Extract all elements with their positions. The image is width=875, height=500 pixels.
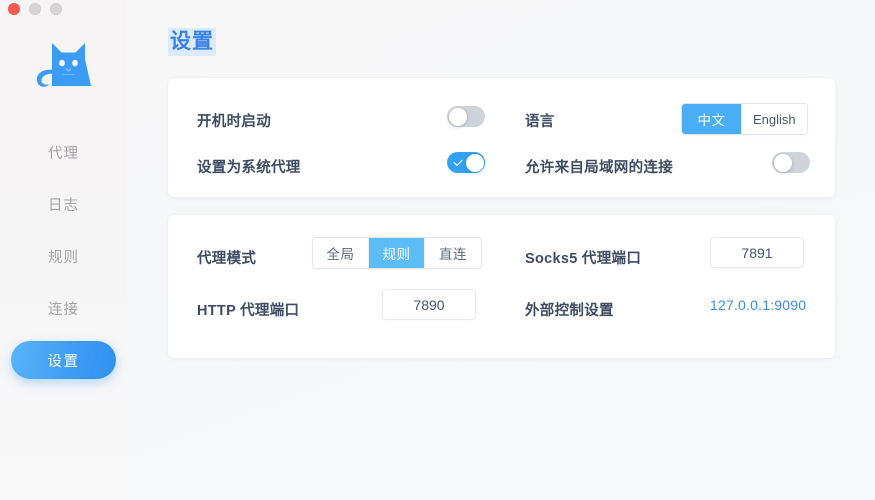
proxy-mode-option-global[interactable]: 全局 (313, 238, 369, 268)
socks5-port-label: Socks5 代理端口 (525, 251, 642, 267)
external-controller-value-row: 127.0.0.1:9090 (710, 297, 806, 313)
sidebar-item-label: 设置 (47, 353, 80, 370)
allow-lan-toggle[interactable] (772, 152, 810, 173)
sidebar-nav: 代理 日志 规则 连接 设置 (0, 133, 127, 393)
sidebar-item-proxies[interactable]: 代理 (11, 133, 116, 171)
start-on-boot-toggle[interactable] (447, 106, 485, 127)
sidebar-item-label: 代理 (48, 145, 79, 162)
general-settings-card: 开机时启动 设置为系统代理 语言 中文 English 允许来自局域网的连接 (168, 78, 835, 197)
sidebar-item-settings[interactable]: 设置 (11, 341, 116, 379)
proxy-mode-segmented-control: 全局 规则 直连 (312, 237, 482, 269)
proxy-mode-control-row: 全局 规则 直连 (312, 237, 482, 269)
http-port-label: HTTP 代理端口 (197, 303, 300, 319)
language-label-row: 语言 (525, 110, 555, 131)
main-content: 设置 开机时启动 设置为系统代理 语言 中文 English 允许来自局域网的连… (127, 0, 875, 500)
sidebar: 代理 日志 规则 连接 设置 (0, 0, 127, 500)
toggle-knob (448, 107, 467, 126)
maximize-button[interactable] (50, 3, 62, 15)
proxy-mode-option-rule[interactable]: 规则 (369, 238, 425, 268)
check-icon (453, 156, 463, 166)
sidebar-item-logs[interactable]: 日志 (11, 185, 116, 223)
sidebar-item-label: 连接 (48, 301, 79, 318)
start-on-boot-label: 开机时启动 (197, 114, 271, 130)
app-logo (27, 35, 101, 97)
window-controls (8, 3, 62, 15)
external-controller-value[interactable]: 127.0.0.1:9090 (710, 297, 806, 313)
language-option-chinese[interactable]: 中文 (682, 104, 742, 134)
proxy-mode-label-row: 代理模式 (197, 247, 256, 268)
minimize-button[interactable] (29, 3, 41, 15)
language-control-row: 中文 English (681, 103, 808, 135)
sidebar-item-label: 日志 (48, 197, 79, 214)
system-proxy-label: 设置为系统代理 (197, 160, 301, 176)
system-proxy-label-row: 设置为系统代理 (197, 156, 301, 177)
allow-lan-toggle-row (772, 152, 810, 173)
allow-lan-label: 允许来自局域网的连接 (525, 160, 673, 176)
socks5-port-label-row: Socks5 代理端口 (525, 247, 641, 268)
socks5-port-input-row: 7891 (710, 237, 804, 268)
language-option-english[interactable]: English (742, 104, 807, 134)
language-segmented-control: 中文 English (681, 103, 808, 135)
socks5-port-input[interactable]: 7891 (710, 237, 804, 268)
system-proxy-toggle[interactable] (447, 152, 485, 173)
page-title: 设置 (168, 28, 216, 57)
external-controller-label-row: 外部控制设置 (525, 299, 614, 320)
proxy-mode-label: 代理模式 (197, 251, 257, 267)
proxy-settings-card: 代理模式 全局 规则 直连 HTTP 代理端口 7890 Socks5 代理端口… (168, 215, 835, 358)
language-label: 语言 (525, 114, 555, 130)
app-window: 代理 日志 规则 连接 设置 设置 开机时启动 设置为系统代理 语言 中文 En… (0, 0, 875, 500)
http-port-input[interactable]: 7890 (382, 289, 476, 320)
close-button[interactable] (8, 3, 20, 15)
http-port-input-row: 7890 (382, 289, 476, 320)
clash-cat-logo-icon (36, 43, 91, 87)
start-on-boot-toggle-row (447, 106, 485, 127)
toggle-knob (465, 153, 484, 172)
sidebar-item-label: 规则 (48, 249, 79, 266)
toggle-knob (773, 153, 792, 172)
http-port-label-row: HTTP 代理端口 (197, 299, 299, 320)
external-controller-label: 外部控制设置 (525, 303, 614, 319)
sidebar-item-rules[interactable]: 规则 (11, 237, 116, 275)
system-proxy-toggle-row (447, 152, 485, 173)
allow-lan-label-row: 允许来自局域网的连接 (525, 156, 673, 177)
sidebar-item-connections[interactable]: 连接 (11, 289, 116, 327)
proxy-mode-option-direct[interactable]: 直连 (425, 238, 481, 268)
start-on-boot-label-row: 开机时启动 (197, 110, 271, 131)
